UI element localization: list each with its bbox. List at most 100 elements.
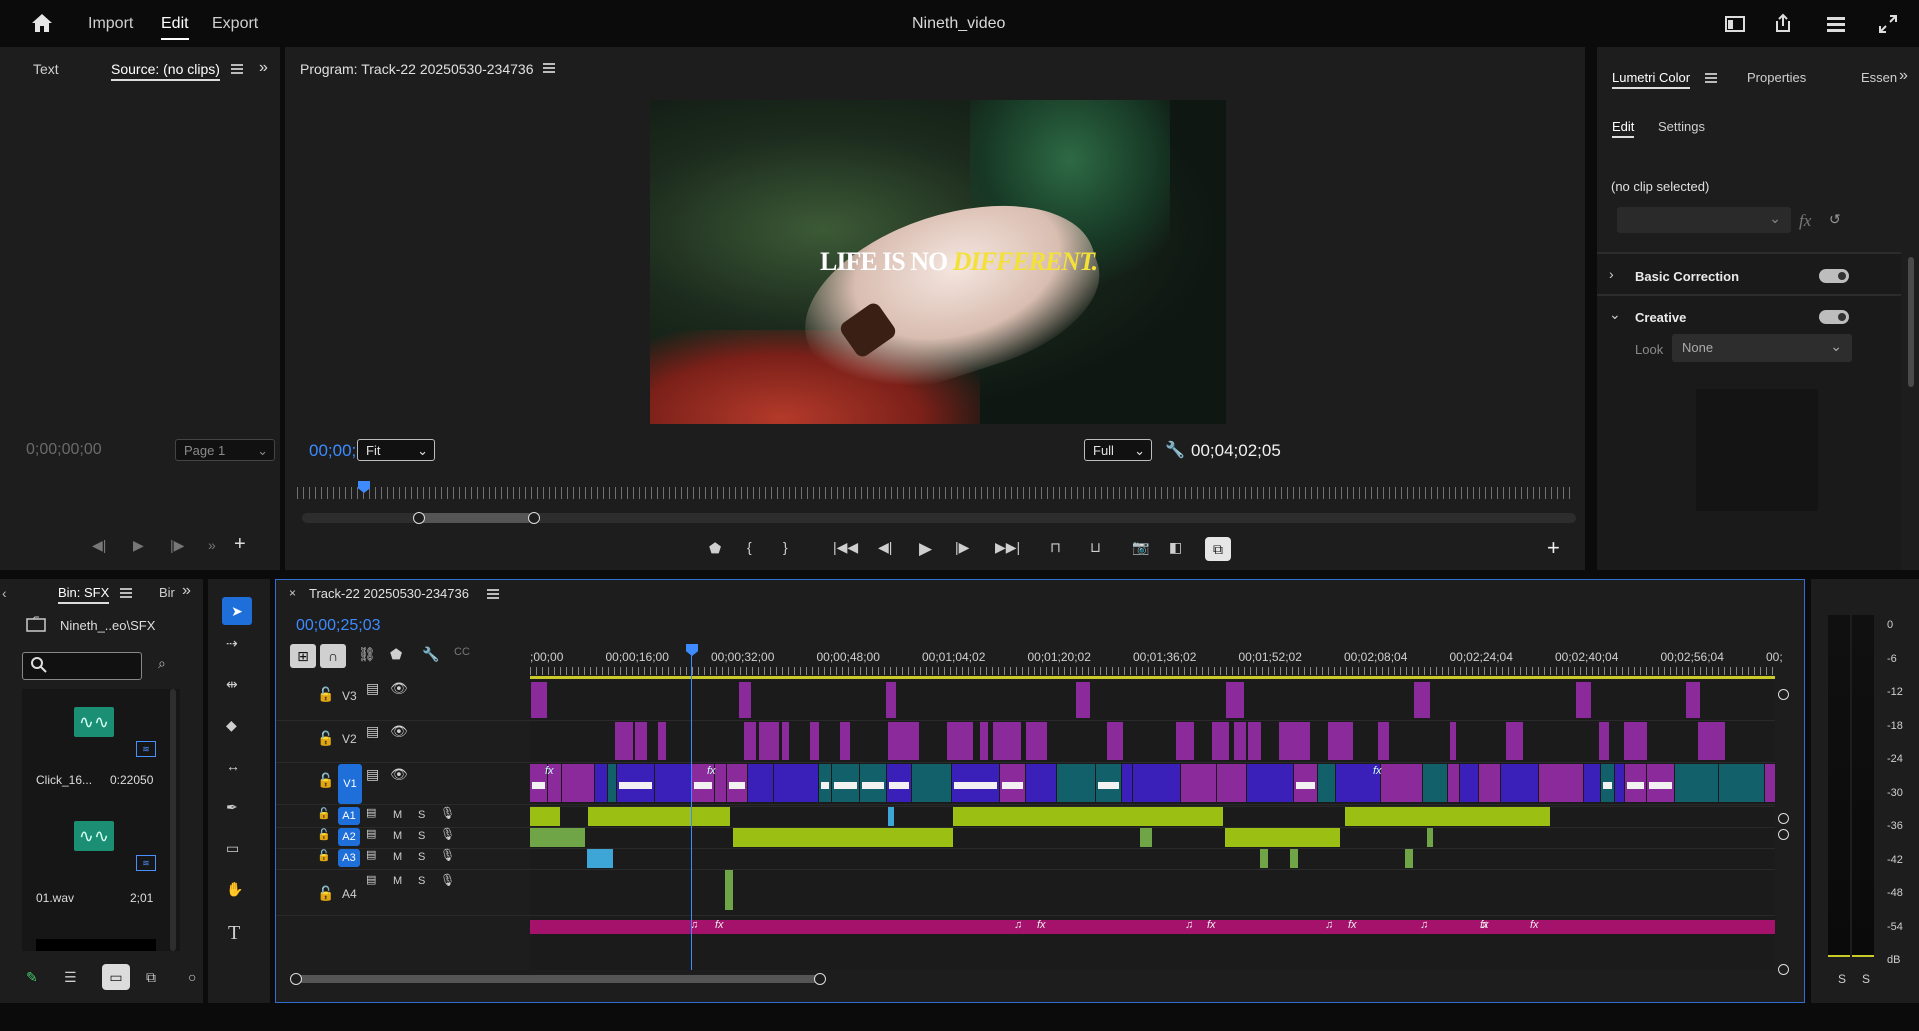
lock-icon[interactable]: 🔓: [317, 807, 331, 820]
microphone-icon[interactable]: 🎙: [440, 806, 455, 820]
add-button-icon[interactable]: +: [234, 533, 246, 556]
sync-lock-icon[interactable]: ▤: [366, 806, 376, 819]
list-view-icon[interactable]: ☰: [64, 969, 77, 986]
timeline-clip-v1[interactable]: [832, 764, 859, 802]
track-target-a2[interactable]: A2: [338, 828, 360, 846]
lock-icon[interactable]: 🔓: [317, 772, 334, 789]
zoom-handle-left[interactable]: [413, 512, 425, 524]
timeline-zoom-bar[interactable]: [290, 973, 826, 985]
sync-lock-icon[interactable]: ▤: [366, 873, 376, 886]
play-icon[interactable]: ▶: [919, 539, 932, 559]
sync-lock-icon[interactable]: ▤: [366, 848, 376, 861]
timeline-current-time[interactable]: 00;00;25;03: [296, 617, 381, 635]
wrench-icon[interactable]: 🔧: [422, 646, 439, 663]
go-to-in-icon[interactable]: |◀◀: [833, 539, 858, 556]
zoom-handle-left[interactable]: [290, 973, 302, 985]
sync-lock-icon[interactable]: ▤: [366, 680, 379, 697]
solo-right[interactable]: S: [1862, 972, 1870, 986]
timeline-clip-v2[interactable]: [1234, 722, 1246, 760]
selection-tool-icon[interactable]: ➤: [222, 597, 252, 625]
mute-button[interactable]: M: [393, 809, 402, 821]
creative-toggle[interactable]: [1819, 310, 1849, 324]
eye-icon[interactable]: 👁: [390, 766, 408, 783]
subtab-edit[interactable]: Edit: [1612, 119, 1635, 138]
vscroll-handle-audio-top[interactable]: [1778, 829, 1789, 840]
timeline-clip-v1[interactable]: [1539, 764, 1583, 802]
mute-button[interactable]: M: [393, 830, 402, 842]
section-basic-correction[interactable]: Basic Correction: [1635, 269, 1739, 284]
timeline-clip-v3[interactable]: [1076, 682, 1090, 718]
pen-tool-icon[interactable]: ✒: [226, 799, 238, 816]
timeline-clip-v2[interactable]: [1328, 722, 1353, 760]
sync-lock-icon[interactable]: ▤: [366, 827, 376, 840]
slip-tool-icon[interactable]: ↔: [226, 758, 240, 774]
timeline-clip-v1[interactable]: [1318, 764, 1335, 802]
timeline-clip-v1[interactable]: [617, 764, 654, 802]
fullscreen-icon[interactable]: [1877, 14, 1899, 34]
timeline-clip-v1[interactable]: [1601, 764, 1614, 802]
freeform-view-icon[interactable]: ⧉: [146, 969, 156, 986]
timeline-clip-v2[interactable]: [810, 722, 819, 760]
tab-essential[interactable]: Essen: [1861, 70, 1897, 85]
panel-menu-icon[interactable]: [230, 62, 244, 76]
step-back-icon[interactable]: ◀|: [92, 537, 106, 554]
timeline-clip-v2[interactable]: [782, 722, 789, 760]
video-frame[interactable]: LIFE IS NO DIFFERENT.: [650, 100, 1226, 424]
timeline-clip-a1[interactable]: [888, 807, 894, 826]
lock-icon[interactable]: 🔓: [317, 828, 331, 841]
tab-bin-sfx[interactable]: Bin: SFX: [58, 585, 110, 604]
go-to-out-icon[interactable]: ▶▶|: [995, 539, 1020, 556]
timeline-clip-a1[interactable]: [953, 807, 1223, 826]
timeline-clip-v3[interactable]: [1576, 682, 1591, 718]
timeline-clip-v2[interactable]: [1026, 722, 1047, 760]
mute-button[interactable]: M: [393, 875, 402, 887]
zoom-handle-right[interactable]: [528, 512, 540, 524]
tab-text[interactable]: Text: [33, 61, 59, 77]
panel-menu-icon[interactable]: [120, 588, 132, 598]
timeline-clip-v1[interactable]: [608, 764, 616, 802]
captions-icon[interactable]: CC: [454, 646, 470, 658]
timeline-clip-v1[interactable]: [1026, 764, 1056, 802]
timeline-clip-v1[interactable]: [1501, 764, 1538, 802]
lock-icon[interactable]: 🔓: [317, 885, 334, 902]
panel-menu-icon[interactable]: [1705, 73, 1717, 83]
timeline-clip-v1[interactable]: [1381, 764, 1422, 802]
timeline-clip-v1[interactable]: [1448, 764, 1459, 802]
solo-button[interactable]: S: [418, 809, 425, 821]
timeline-clip-v2[interactable]: [635, 722, 647, 760]
find-icon[interactable]: ⌕: [158, 655, 166, 672]
close-icon[interactable]: ×: [289, 586, 296, 600]
timeline-clip-v1[interactable]: [1294, 764, 1317, 802]
mark-in-icon[interactable]: {: [747, 539, 752, 555]
ripple-edit-icon[interactable]: ⇹: [226, 676, 238, 693]
timeline-clip-a3[interactable]: [1290, 849, 1298, 868]
camera-icon[interactable]: 📷: [1132, 539, 1149, 556]
timeline-clip-v3[interactable]: [739, 682, 751, 718]
section-creative[interactable]: Creative: [1635, 310, 1686, 325]
timeline-clip-v3[interactable]: [531, 682, 547, 718]
timeline-clip-v1[interactable]: [655, 764, 691, 802]
expand-panels-icon[interactable]: »: [259, 59, 268, 77]
track-target-a3[interactable]: A3: [338, 849, 360, 867]
sync-lock-icon[interactable]: ▤: [366, 766, 379, 783]
timeline-clip-a2[interactable]: [530, 828, 585, 847]
timeline-clip-v1[interactable]: [1133, 764, 1180, 802]
timeline-clip-a2[interactable]: [1427, 828, 1433, 847]
timeline-clip-v2[interactable]: [1698, 722, 1725, 760]
subtab-settings[interactable]: Settings: [1658, 119, 1705, 134]
timeline-clip-a1[interactable]: [588, 807, 730, 826]
rectangle-tool-icon[interactable]: ▭: [226, 840, 239, 857]
extract-icon[interactable]: ⊔: [1090, 539, 1101, 556]
wrench-icon[interactable]: 🔧: [1165, 440, 1185, 460]
lock-icon[interactable]: 🔓: [317, 730, 334, 747]
solo-button[interactable]: S: [418, 875, 425, 887]
panel-menu-icon[interactable]: [487, 589, 499, 599]
timeline-clip-v1[interactable]: [1719, 764, 1764, 802]
timeline-clip-v1[interactable]: [1615, 764, 1624, 802]
timeline-clip-v2[interactable]: [658, 722, 666, 760]
zoom-slider-icon[interactable]: ○: [188, 969, 196, 985]
timeline-clip-v2[interactable]: [1378, 722, 1389, 760]
nav-import[interactable]: Import: [88, 15, 133, 33]
play-icon[interactable]: ▶: [133, 537, 144, 554]
timeline-clip-a1[interactable]: [1345, 807, 1550, 826]
